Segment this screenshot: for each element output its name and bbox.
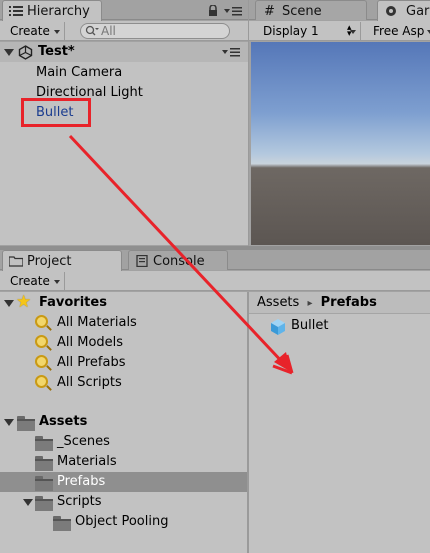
- annotation-arrow: [68, 134, 294, 375]
